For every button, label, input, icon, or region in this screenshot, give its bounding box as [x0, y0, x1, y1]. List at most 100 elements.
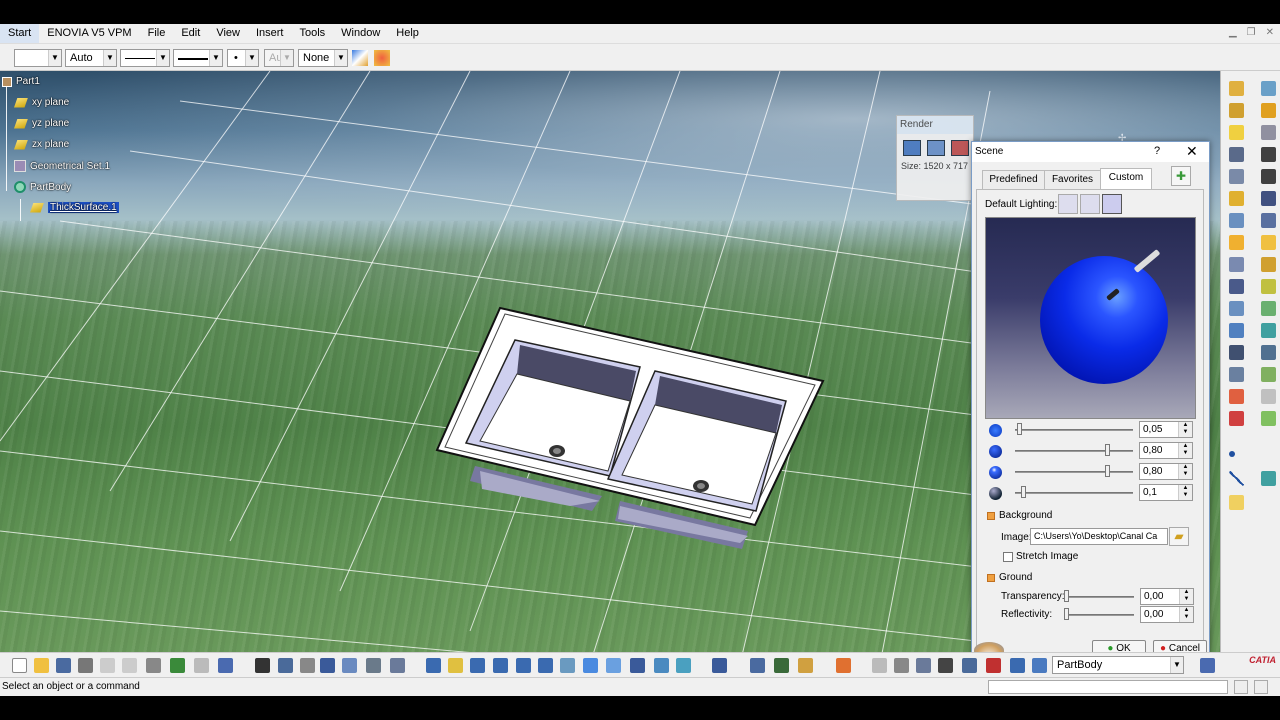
lighting-one-icon[interactable] [1058, 194, 1078, 214]
knowledge-icon[interactable] [300, 658, 315, 673]
open-icon[interactable] [34, 658, 49, 673]
restore-icon[interactable]: ❐ [1247, 27, 1256, 38]
annotation-icon[interactable] [1261, 411, 1276, 426]
point-symbol-combo[interactable]: • ▼ [227, 49, 259, 67]
light-preview[interactable] [985, 217, 1196, 419]
transparency-value[interactable]: 0,00 ▲ ▼ [1140, 588, 1194, 605]
tree-item-thicksurface[interactable]: ThickSurface.1 [30, 202, 119, 213]
stretch-image-checkbox[interactable] [1003, 552, 1013, 562]
painter-icon[interactable] [352, 50, 368, 66]
draft-icon[interactable] [1229, 235, 1244, 250]
axis-system-icon[interactable] [916, 658, 931, 673]
update-icon[interactable] [872, 658, 887, 673]
linetype-combo[interactable]: ▼ [120, 49, 170, 67]
specular-slider[interactable] [1015, 471, 1133, 473]
swap-space-icon[interactable] [676, 658, 691, 673]
reflectivity-thumb[interactable] [1064, 608, 1069, 620]
plane-tool-icon[interactable] [1261, 191, 1276, 206]
menu-window[interactable]: Window [333, 24, 388, 43]
split-icon[interactable] [1261, 257, 1276, 272]
current-body-combo[interactable]: PartBody ▼ [1052, 656, 1184, 674]
collapse-icon[interactable] [987, 511, 995, 520]
tree-root[interactable]: Part1 [2, 76, 40, 87]
new-icon[interactable] [12, 658, 27, 673]
menu-enovia[interactable]: ENOVIA V5 VPM [39, 24, 139, 43]
reflectivity-slider[interactable] [1064, 614, 1134, 616]
undo-icon[interactable] [170, 658, 185, 673]
hide-show-icon[interactable] [654, 658, 669, 673]
scan-icon[interactable] [1010, 658, 1025, 673]
check-icon[interactable] [986, 658, 1001, 673]
spinner-arrows-icon[interactable]: ▲ ▼ [1178, 443, 1192, 458]
close-icon[interactable]: ✕ [1266, 27, 1274, 38]
diffuse-value[interactable]: 0,80 ▲ ▼ [1139, 442, 1193, 459]
help-icon[interactable]: ? [1154, 145, 1160, 157]
rib-icon[interactable] [1229, 169, 1244, 184]
copy-icon[interactable] [122, 658, 137, 673]
measure-item-icon[interactable] [750, 658, 765, 673]
add-favorite-icon[interactable]: ✚ [1171, 166, 1191, 186]
boolean-icon[interactable] [1229, 367, 1244, 382]
plane-3d-icon[interactable] [1261, 471, 1276, 486]
thickness-combo[interactable]: ▼ [173, 49, 223, 67]
save-icon[interactable] [56, 658, 71, 673]
sink-model[interactable] [435, 306, 825, 549]
sketcher-icon[interactable] [1261, 125, 1276, 140]
layer-combo[interactable]: None ▼ [298, 49, 348, 67]
face-icon[interactable] [1229, 495, 1244, 510]
shininess-slider[interactable] [1015, 492, 1133, 494]
tree-item-geometrical-set[interactable]: Geometrical Set.1 [14, 160, 110, 172]
close-icon[interactable]: ✕ [1186, 143, 1198, 160]
spinner-arrows-icon[interactable]: ▲ ▼ [1179, 589, 1193, 604]
print-icon[interactable] [78, 658, 93, 673]
diffuse-slider[interactable] [1015, 450, 1133, 452]
spinner-arrows-icon[interactable]: ▲ ▼ [1178, 485, 1192, 500]
fill-color-combo[interactable]: ▼ [14, 49, 62, 67]
fly-mode-icon[interactable] [426, 658, 441, 673]
shaft-icon[interactable] [1229, 125, 1244, 140]
color-combo[interactable]: Auto ▼ [65, 49, 117, 67]
constraints-icon[interactable] [962, 658, 977, 673]
constraint-icon[interactable] [1261, 389, 1276, 404]
tree-item-zx-plane[interactable]: zx plane [14, 139, 69, 150]
fit-all-icon[interactable] [448, 658, 463, 673]
transparency-thumb[interactable] [1064, 590, 1069, 602]
specular-thumb[interactable] [1105, 465, 1111, 477]
power-input-button-one[interactable] [1234, 680, 1248, 694]
power-input[interactable] [988, 680, 1228, 694]
measure-icon[interactable] [1261, 367, 1276, 382]
menu-insert[interactable]: Insert [248, 24, 292, 43]
tree-item-partbody[interactable]: PartBody [14, 181, 71, 193]
collapse-icon[interactable] [987, 573, 995, 582]
zoom-in-icon[interactable] [516, 658, 531, 673]
spinner-arrows-icon[interactable]: ▲ ▼ [1178, 422, 1192, 437]
spinner-arrows-icon[interactable]: ▲ ▼ [1179, 607, 1193, 622]
folder-icon[interactable]: ▰ [1169, 527, 1189, 546]
shading-icon[interactable] [630, 658, 645, 673]
power-input-button-two[interactable] [1254, 680, 1268, 694]
shininess-thumb[interactable] [1020, 486, 1026, 498]
translate-icon[interactable] [1229, 323, 1244, 338]
lighting-three-icon[interactable] [1102, 194, 1122, 214]
ground-section[interactable]: Ground [987, 572, 1032, 583]
light-source-icon[interactable] [1133, 249, 1161, 273]
tools-icon[interactable] [366, 658, 381, 673]
hole-icon[interactable] [1229, 147, 1244, 162]
pan-icon[interactable] [470, 658, 485, 673]
render-icon[interactable] [836, 658, 851, 673]
manipulate-icon[interactable] [894, 658, 909, 673]
pattern-icon[interactable] [1229, 301, 1244, 316]
tab-favorites[interactable]: Favorites [1044, 170, 1101, 190]
thread-icon[interactable] [1229, 279, 1244, 294]
ambient-value[interactable]: 0,05 ▲ ▼ [1139, 421, 1193, 438]
background-section[interactable]: Background [987, 510, 1052, 521]
menu-tools[interactable]: Tools [291, 24, 333, 43]
menu-file[interactable]: File [140, 24, 174, 43]
paste-icon[interactable] [146, 658, 161, 673]
normal-view-icon[interactable] [560, 658, 575, 673]
lighting-two-icon[interactable] [1080, 194, 1100, 214]
menu-view[interactable]: View [208, 24, 248, 43]
tree-item-yz-plane[interactable]: yz plane [14, 118, 69, 129]
rendering-style-combo[interactable]: Aut ▼ [264, 49, 294, 67]
mirror-icon[interactable] [1261, 279, 1276, 294]
